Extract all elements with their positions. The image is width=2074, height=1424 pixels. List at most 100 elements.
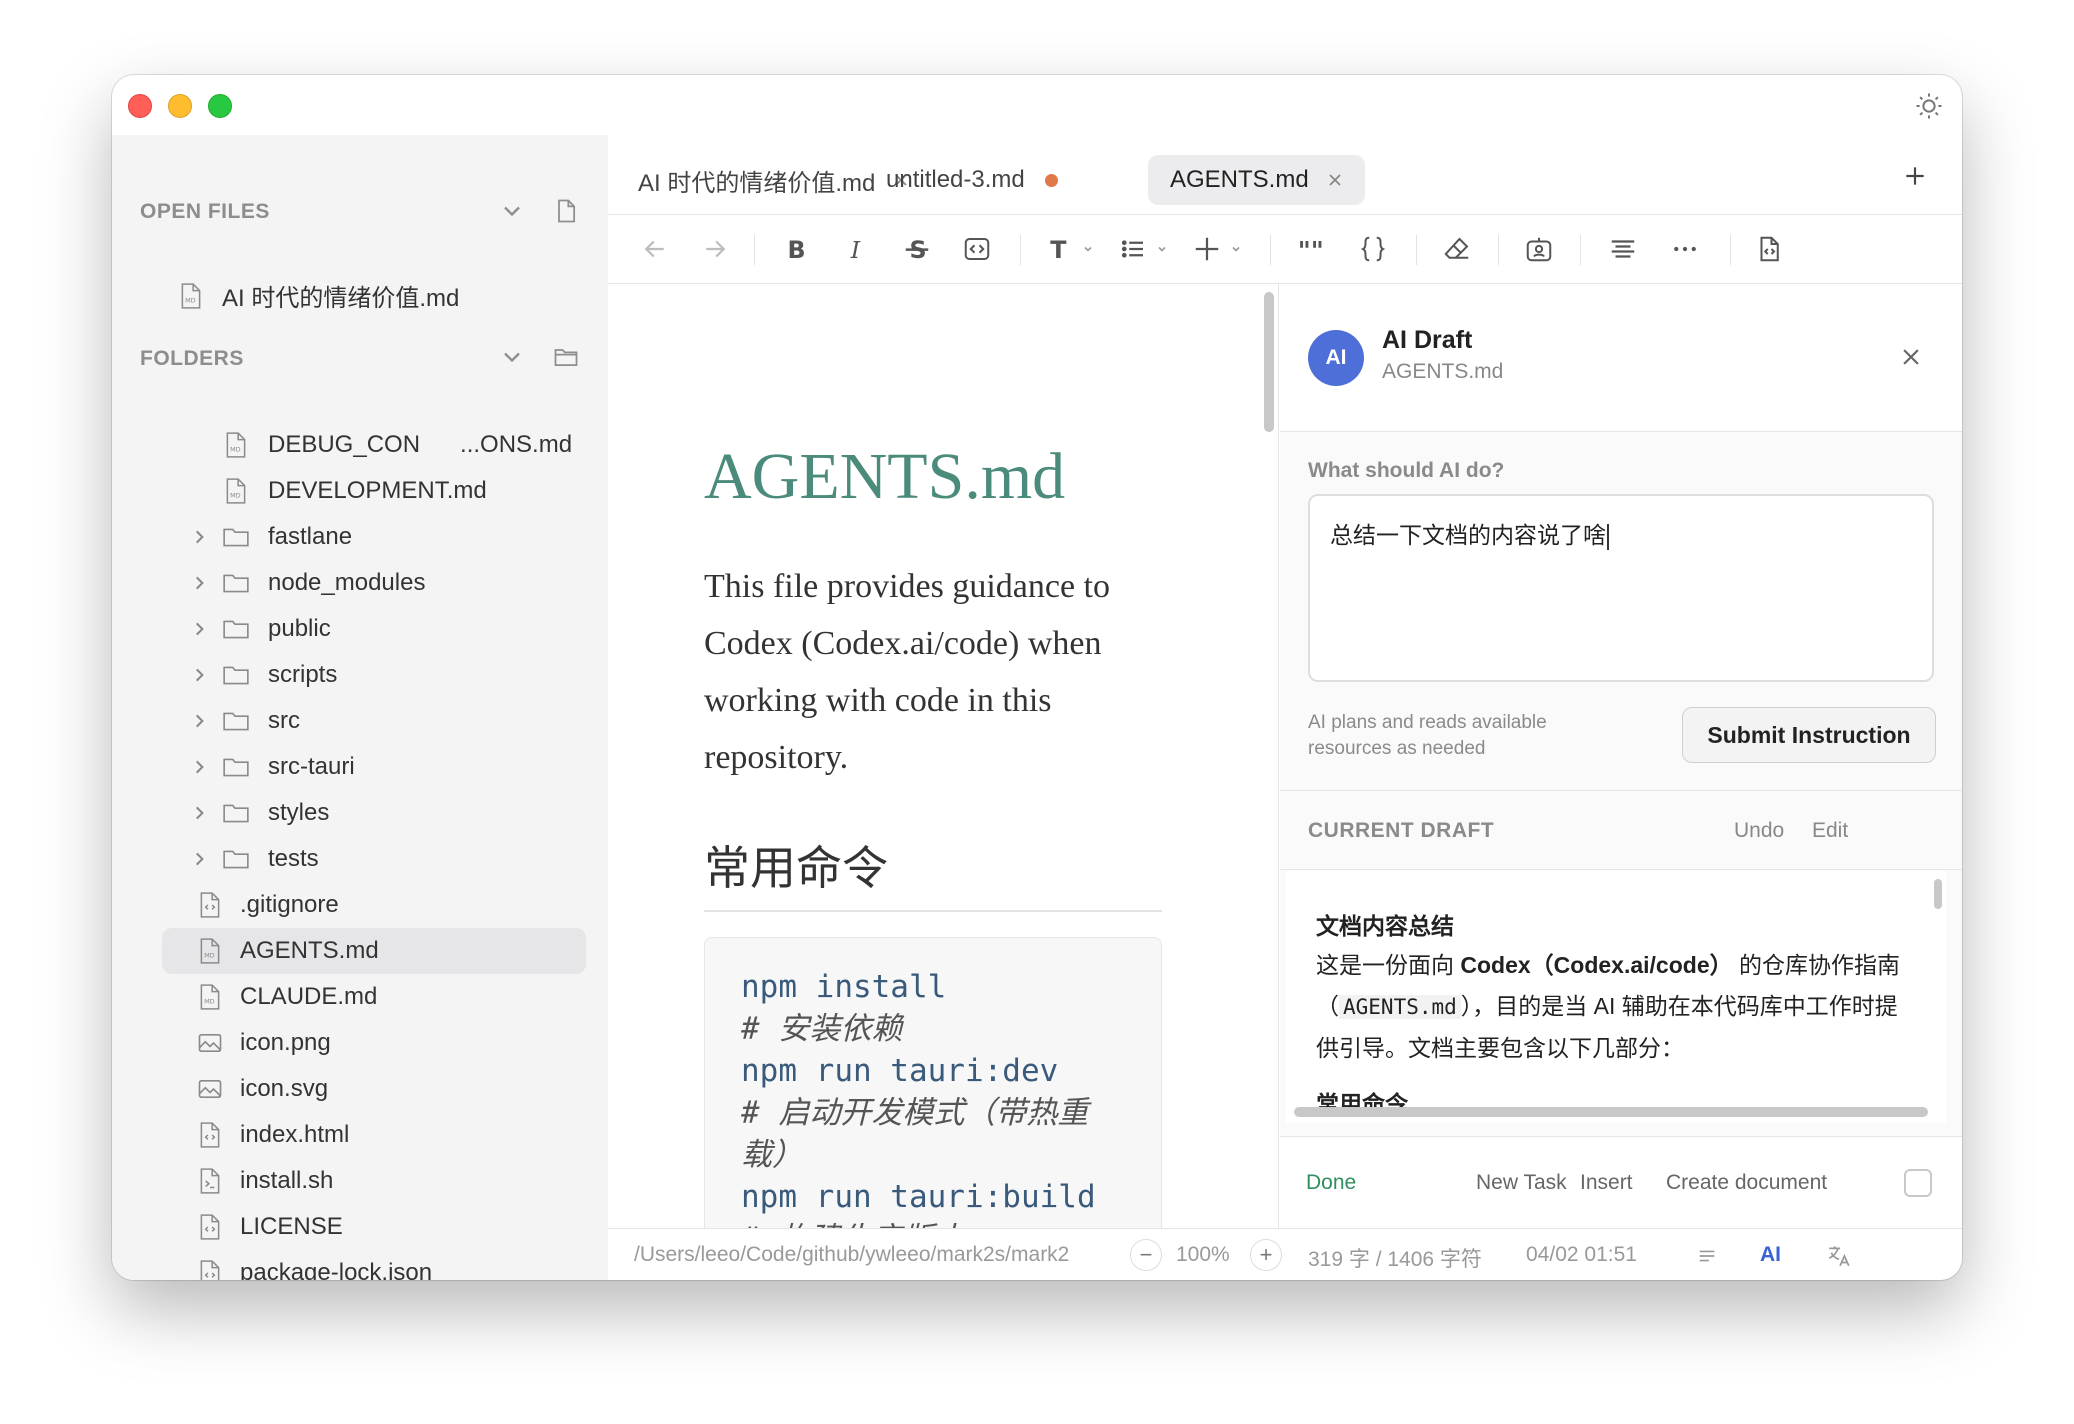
ai-mode-toggle[interactable]: AI xyxy=(1760,1243,1781,1267)
new-task-button[interactable]: New Task xyxy=(1476,1171,1567,1195)
quote-icon[interactable]: "" xyxy=(1294,232,1324,266)
folder-item[interactable]: node_modules xyxy=(112,560,608,606)
folder-item[interactable]: public xyxy=(112,606,608,652)
heading-icon[interactable]: T xyxy=(1044,232,1094,266)
chevron-right-icon[interactable] xyxy=(190,666,208,684)
file-item[interactable]: icon.png xyxy=(112,1020,608,1066)
file-item[interactable]: index.html xyxy=(112,1112,608,1158)
title-bar xyxy=(112,75,1962,135)
insert-icon[interactable] xyxy=(1192,232,1242,266)
submit-instruction-button[interactable]: Submit Instruction xyxy=(1682,707,1936,763)
source-mode-icon[interactable] xyxy=(1754,232,1784,266)
zoom-window-button[interactable] xyxy=(208,94,232,118)
zoom-in-button[interactable]: + xyxy=(1250,1239,1282,1271)
close-tab-icon[interactable] xyxy=(1327,172,1343,188)
chevron-right-icon[interactable] xyxy=(190,804,208,822)
new-tab-plus-icon[interactable] xyxy=(1902,163,1928,189)
tree-item-label: DEBUG_CON ...ONS.md xyxy=(268,431,573,458)
code-command-line: npm install xyxy=(741,969,947,1005)
tree-item-label: tests xyxy=(268,845,319,872)
create-document-button[interactable]: Create document xyxy=(1666,1171,1827,1195)
align-icon[interactable] xyxy=(1608,232,1638,266)
draft-vertical-scrollbar[interactable] xyxy=(1934,879,1942,909)
code-block: npm install # 安装依赖 npm run tauri:dev # 启动开发… xyxy=(704,937,1162,1228)
word-count: 319 字 / 1406 字符 xyxy=(1308,1248,1482,1271)
undo-button[interactable]: Undo xyxy=(1734,819,1784,843)
markdown-file-icon: MD xyxy=(181,282,201,309)
list-icon[interactable] xyxy=(1118,232,1168,266)
folder-item[interactable]: fastlane xyxy=(112,514,608,560)
file-item[interactable]: MD CLAUDE.md xyxy=(112,974,608,1020)
image-file-icon xyxy=(196,1029,224,1057)
toolbar-divider xyxy=(1498,235,1499,265)
outline-icon[interactable] xyxy=(1696,1245,1718,1267)
file-item[interactable]: MD DEBUG_CON ...ONS.md xyxy=(112,422,608,468)
chevron-right-icon[interactable] xyxy=(190,574,208,592)
more-icon[interactable] xyxy=(1670,232,1700,266)
minimize-window-button[interactable] xyxy=(168,94,192,118)
italic-icon[interactable]: I xyxy=(842,232,872,266)
insert-button[interactable]: Insert xyxy=(1580,1171,1633,1195)
svg-text:I: I xyxy=(850,236,861,264)
chevron-right-icon[interactable] xyxy=(190,758,208,776)
code-command-line: npm run tauri:dev xyxy=(741,1053,1059,1089)
current-draft-bar: CURRENT DRAFT Undo Edit xyxy=(1280,790,1962,870)
ai-assistant-icon[interactable] xyxy=(1524,232,1554,266)
open-folder-icon[interactable] xyxy=(552,343,580,371)
file-item[interactable]: install.sh xyxy=(112,1158,608,1204)
file-item[interactable]: LICENSE xyxy=(112,1204,608,1250)
svg-text:MD: MD xyxy=(230,491,241,499)
done-button[interactable]: Done xyxy=(1306,1171,1356,1195)
tree-item-label: package-lock.json xyxy=(240,1259,433,1280)
folder-icon xyxy=(222,845,250,873)
code-block-icon[interactable] xyxy=(1358,232,1388,266)
prompt-input[interactable]: 总结一下文档的内容说了啥 xyxy=(1308,494,1934,682)
eraser-icon[interactable] xyxy=(1442,232,1472,266)
file-item[interactable]: MD DEVELOPMENT.md xyxy=(112,468,608,514)
chevron-right-icon[interactable] xyxy=(190,620,208,638)
file-item[interactable]: .gitignore xyxy=(112,882,608,928)
file-item[interactable]: package-lock.json xyxy=(112,1250,608,1280)
forward-icon[interactable] xyxy=(700,232,730,266)
strikethrough-icon[interactable]: S xyxy=(902,232,932,266)
translate-icon[interactable] xyxy=(1826,1243,1852,1269)
tab-agents[interactable]: AGENTS.md xyxy=(1148,155,1365,205)
chevron-right-icon[interactable] xyxy=(190,528,208,546)
file-item[interactable]: icon.svg xyxy=(112,1066,608,1112)
folder-item[interactable]: tests xyxy=(112,836,608,882)
prompt-value: 总结一下文档的内容说了啥 xyxy=(1330,522,1606,548)
document-editor[interactable]: AGENTS.md This file provides guidance to… xyxy=(608,284,1279,1228)
collapse-chevron-icon[interactable] xyxy=(498,343,526,371)
theme-toggle-sun-icon[interactable] xyxy=(1914,91,1944,121)
close-window-button[interactable] xyxy=(128,94,152,118)
back-icon[interactable] xyxy=(640,232,670,266)
chevron-right-icon[interactable] xyxy=(190,850,208,868)
edit-button[interactable]: Edit xyxy=(1812,819,1848,843)
inline-code-icon[interactable] xyxy=(962,232,992,266)
chevron-down-icon xyxy=(1084,246,1092,252)
file-item[interactable]: MD AGENTS.md xyxy=(112,928,608,974)
close-icon[interactable] xyxy=(1900,346,1922,368)
folder-item[interactable]: styles xyxy=(112,790,608,836)
folder-item[interactable]: src-tauri xyxy=(112,744,608,790)
folder-item[interactable]: src xyxy=(112,698,608,744)
collapse-chevron-icon[interactable] xyxy=(498,197,526,225)
tree-item-label: icon.png xyxy=(240,1029,331,1056)
status-bar: /Users/leeo/Code/github/ywleeo/mark2s/ma… xyxy=(608,1228,1962,1280)
zoom-out-button[interactable]: − xyxy=(1130,1239,1162,1271)
draft-horizontal-scrollbar[interactable] xyxy=(1294,1107,1928,1117)
tab-untitled-3[interactable]: untitled-3.md xyxy=(864,155,1080,205)
draft-content[interactable]: 文档内容总结 这是一份面向 Codex（Codex.ai/code） 的仓库协作… xyxy=(1286,871,1946,1123)
bold-icon[interactable]: B xyxy=(780,232,810,266)
chevron-right-icon[interactable] xyxy=(190,712,208,730)
ai-panel-header: AI AI Draft AGENTS.md xyxy=(1280,284,1962,432)
tree-item-label: AGENTS.md xyxy=(240,937,379,964)
doc-scrollbar[interactable] xyxy=(1264,292,1274,432)
timestamp: 04/02 01:51 xyxy=(1526,1243,1637,1266)
markdown-file-icon: MD xyxy=(222,477,250,505)
folder-item[interactable]: scripts xyxy=(112,652,608,698)
option-checkbox[interactable] xyxy=(1904,1169,1932,1197)
open-file-item[interactable]: MD AI 时代的情绪价值.md xyxy=(178,278,459,313)
svg-text:B: B xyxy=(788,236,806,264)
new-file-icon[interactable] xyxy=(552,197,580,225)
